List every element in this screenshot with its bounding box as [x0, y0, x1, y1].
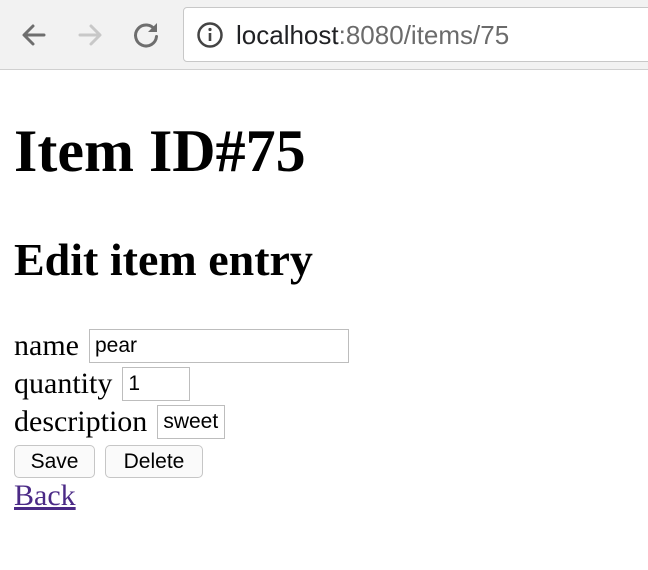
name-row: name	[14, 328, 349, 364]
url-path: :8080/items/75	[338, 20, 510, 50]
description-field[interactable]	[157, 405, 226, 439]
description-row: description	[14, 404, 226, 440]
address-bar[interactable]: localhost:8080/items/75	[183, 7, 648, 62]
delete-button[interactable]: Delete	[105, 445, 203, 478]
forward-button[interactable]	[72, 17, 108, 53]
page-subtitle: Edit item entry	[14, 234, 313, 285]
description-label: description	[14, 405, 148, 438]
name-field[interactable]	[88, 329, 349, 363]
url-host: localhost	[236, 20, 339, 50]
reload-icon	[134, 23, 158, 48]
info-icon[interactable]	[196, 21, 224, 49]
quantity-label: quantity	[14, 367, 113, 400]
save-button[interactable]: Save	[14, 445, 95, 478]
reload-button[interactable]	[128, 17, 164, 53]
browser-toolbar: localhost:8080/items/75	[0, 0, 648, 70]
back-link[interactable]: Back	[14, 478, 76, 514]
back-button[interactable]	[16, 17, 52, 53]
form-buttons: Save Delete	[14, 445, 203, 478]
quantity-field[interactable]	[122, 367, 191, 401]
quantity-row: quantity	[14, 366, 191, 402]
arrow-right-icon	[78, 24, 102, 46]
page-title: Item ID#75	[14, 118, 306, 184]
url-text[interactable]: localhost:8080/items/75	[236, 20, 509, 50]
name-label: name	[14, 329, 79, 362]
arrow-left-icon	[22, 24, 46, 46]
